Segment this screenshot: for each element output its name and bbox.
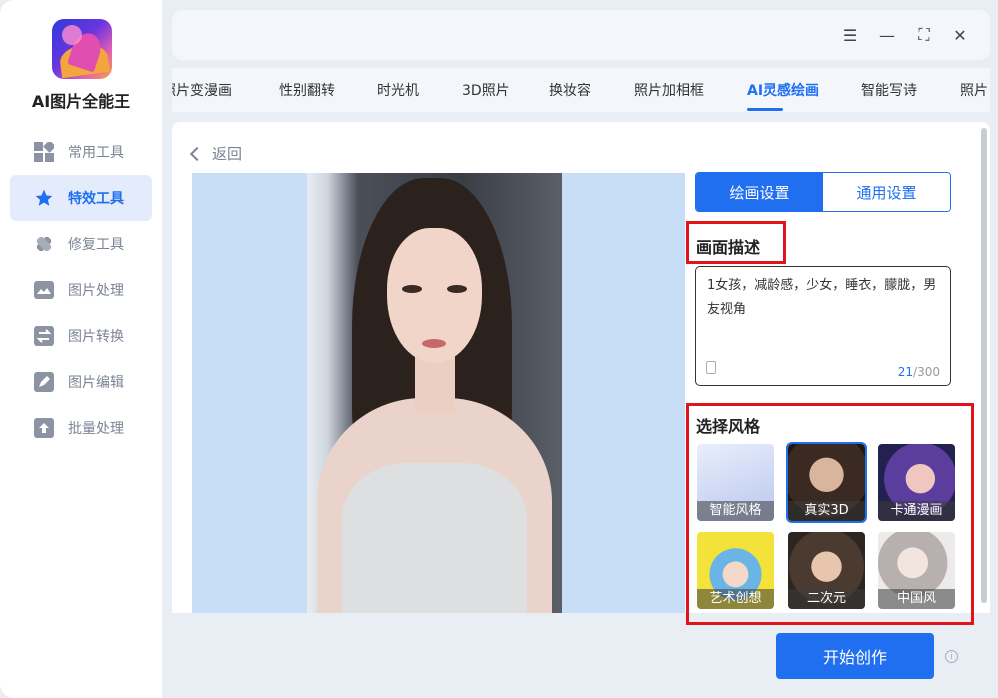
sidebar-item-label: 修复工具: [68, 237, 124, 253]
sidebar-item-common-tools[interactable]: 常用工具: [10, 129, 152, 175]
char-count: 21/300: [897, 365, 940, 379]
tab-makeover[interactable]: 换妆容: [549, 80, 591, 100]
style-label: 艺术创想: [697, 589, 774, 609]
bandage-icon: [34, 234, 54, 254]
image-preview: [192, 173, 685, 613]
scrollbar[interactable]: [981, 128, 987, 603]
sidebar-item-label: 特效工具: [68, 191, 124, 207]
style-card-real-3d[interactable]: 真实3D: [786, 442, 867, 523]
sidebar-item-label: 常用工具: [68, 145, 124, 161]
sidebar-item-label: 图片编辑: [68, 375, 124, 391]
style-card-cartoon[interactable]: 卡通漫画: [878, 444, 955, 521]
sidebar-item-repair[interactable]: 修复工具: [10, 221, 152, 267]
portrait-photo: [307, 173, 562, 613]
sidebar-item-image-edit[interactable]: 图片编辑: [10, 359, 152, 405]
swap-icon: [34, 326, 54, 346]
style-title: 选择风格: [696, 417, 761, 436]
sidebar-item-batch[interactable]: 批量处理: [10, 405, 152, 451]
maximize-icon[interactable]: ⛶: [913, 24, 935, 46]
tab-time-machine[interactable]: 时光机: [377, 80, 419, 100]
style-card-anime[interactable]: 二次元: [788, 532, 865, 609]
sidebar-item-label: 批量处理: [68, 421, 124, 437]
style-label: 卡通漫画: [878, 501, 955, 521]
back-button[interactable]: 返回: [189, 143, 243, 164]
tab-poem[interactable]: 智能写诗: [861, 80, 917, 100]
feature-tabs: 照片变漫画 性别翻转 时光机 3D照片 换妆容 照片加相框 AI灵感绘画 智能写…: [172, 68, 990, 112]
description-input[interactable]: 1女孩，减龄感，少女，睡衣，朦胧，男友视角 21/300: [695, 266, 951, 386]
style-label: 真实3D: [788, 501, 865, 521]
edit-icon: [34, 372, 54, 392]
description-title: 画面描述: [696, 238, 761, 257]
description-text: 1女孩，减龄感，少女，睡衣，朦胧，男友视角: [707, 278, 937, 317]
sidebar-item-image-process[interactable]: 图片处理: [10, 267, 152, 313]
sidebar-item-image-convert[interactable]: 图片转换: [10, 313, 152, 359]
sidebar: AI图片全能王 常用工具 特效工具 修复工具 图片处理 图片转换 图片编辑 批量…: [0, 0, 162, 698]
style-card-chinese[interactable]: 中国风: [878, 532, 955, 609]
trash-icon[interactable]: [706, 361, 716, 374]
info-icon[interactable]: i: [945, 650, 958, 663]
style-label: 智能风格: [697, 501, 774, 521]
app-logo: [52, 19, 112, 79]
minimize-icon[interactable]: —: [876, 24, 898, 46]
tab-photo-to-comic[interactable]: 照片变漫画: [172, 80, 232, 100]
image-icon: [34, 280, 54, 300]
star-icon: [34, 188, 54, 208]
menu-icon[interactable]: ☰: [839, 24, 861, 46]
sidebar-item-label: 图片转换: [68, 329, 124, 345]
active-tab-indicator: [747, 108, 783, 111]
style-label: 中国风: [878, 589, 955, 609]
title-bar: ☰ — ⛶ ✕: [172, 10, 990, 60]
tab-ai-painting[interactable]: AI灵感绘画: [747, 80, 819, 100]
sidebar-nav: 常用工具 特效工具 修复工具 图片处理 图片转换 图片编辑 批量处理: [10, 129, 152, 451]
style-label: 二次元: [788, 589, 865, 609]
close-icon[interactable]: ✕: [949, 24, 971, 46]
start-create-button[interactable]: 开始创作: [776, 633, 934, 679]
tab-photo[interactable]: 照片: [960, 80, 988, 100]
chevron-left-icon: [189, 146, 205, 161]
tab-general-settings[interactable]: 通用设置: [823, 173, 950, 211]
sidebar-item-label: 图片处理: [68, 283, 124, 299]
app-name: AI图片全能王: [31, 92, 131, 111]
upload-icon: [34, 418, 54, 438]
grid-icon: [34, 142, 54, 162]
tab-gender-swap[interactable]: 性别翻转: [279, 80, 335, 100]
settings-tabs: 绘画设置 通用设置: [695, 172, 951, 212]
style-card-art[interactable]: 艺术创想: [697, 532, 774, 609]
sidebar-item-effects[interactable]: 特效工具: [10, 175, 152, 221]
style-card-smart[interactable]: 智能风格: [697, 444, 774, 521]
tab-photo-frame[interactable]: 照片加相框: [634, 80, 704, 100]
back-label: 返回: [212, 145, 243, 163]
tab-painting-settings[interactable]: 绘画设置: [696, 173, 823, 211]
tab-3d-photo[interactable]: 3D照片: [462, 80, 510, 100]
